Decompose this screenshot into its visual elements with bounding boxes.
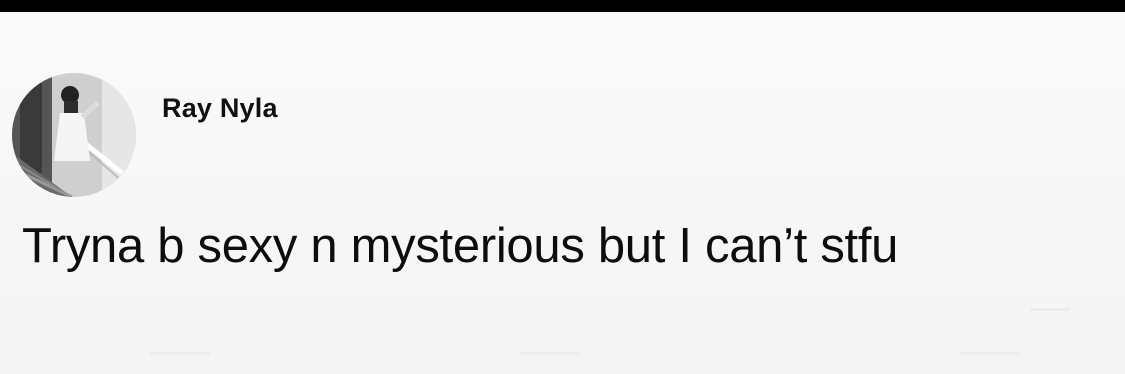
repost-action-icon[interactable] <box>520 352 580 355</box>
post-card: Ray Nyla Tryna b sexy n mysterious but I… <box>0 12 1125 374</box>
share-action-icon[interactable] <box>1030 308 1070 311</box>
top-bar <box>0 0 1125 12</box>
reply-action-icon[interactable] <box>150 352 210 355</box>
author-avatar[interactable] <box>12 73 136 197</box>
avatar-photo-icon <box>12 73 136 197</box>
post-text: Tryna b sexy n mysterious but I can’t st… <box>22 219 899 273</box>
author-name[interactable]: Ray Nyla <box>162 93 278 124</box>
like-action-icon[interactable] <box>960 352 1020 355</box>
